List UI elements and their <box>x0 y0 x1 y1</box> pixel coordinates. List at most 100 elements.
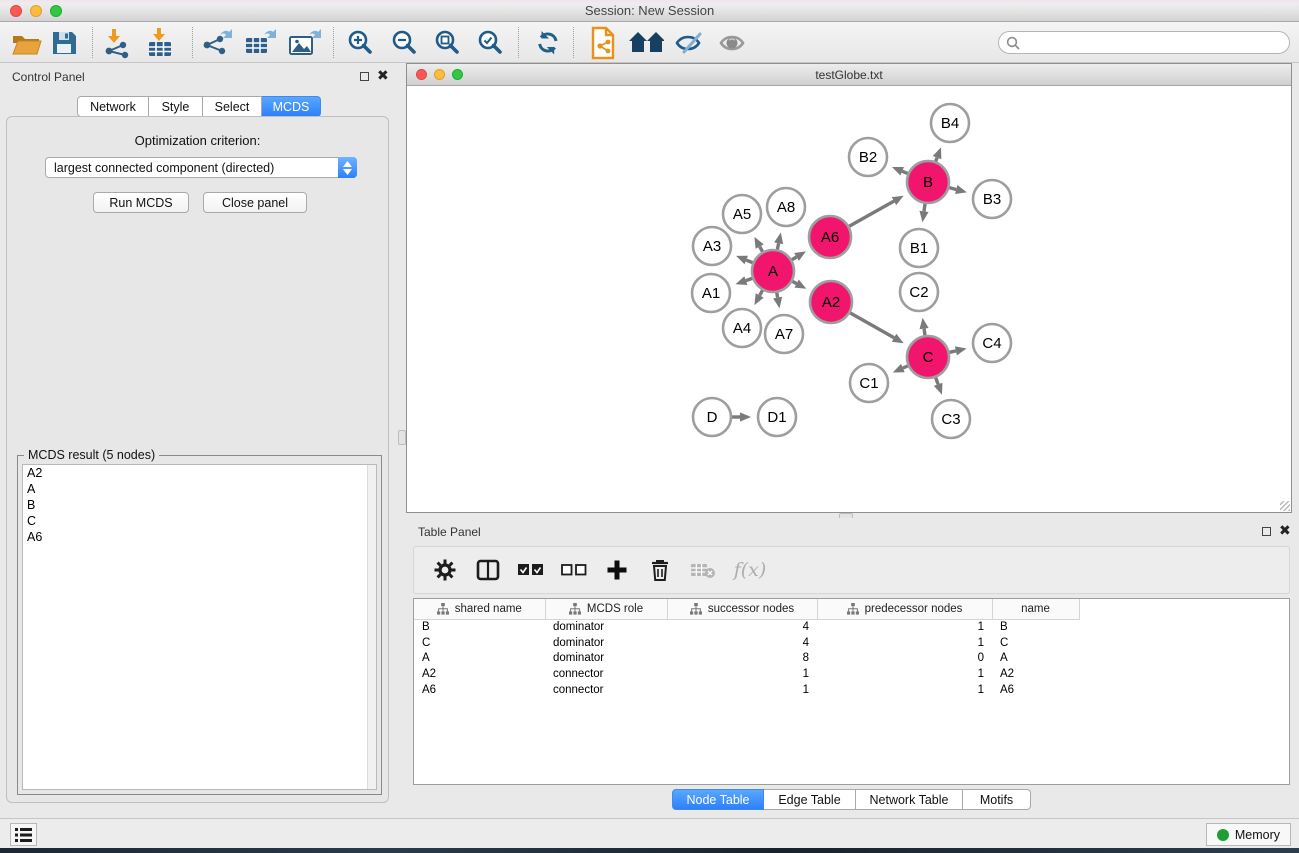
show-hide-graphics-icon[interactable] <box>672 25 708 61</box>
select-all-check-icon[interactable] <box>518 556 544 584</box>
network-window-title: testGlobe.txt <box>407 68 1291 82</box>
task-history-button[interactable] <box>10 823 37 846</box>
table-options-icon[interactable] <box>432 556 458 584</box>
main-toolbar <box>0 22 1299 63</box>
export-table-icon[interactable] <box>242 25 278 61</box>
graph-edge-A-A7[interactable] <box>777 293 778 298</box>
delete-column-icon[interactable] <box>647 556 673 584</box>
float-panel-icon[interactable] <box>360 72 369 81</box>
tab-select[interactable]: Select <box>203 96 262 117</box>
graph-edge-A-A2[interactable] <box>792 281 796 283</box>
graph-edge-C-C1[interactable] <box>903 366 908 368</box>
table-row[interactable]: A6connector11A6 <box>414 682 1079 698</box>
import-network-icon[interactable] <box>100 25 136 61</box>
zoom-selected-icon[interactable] <box>473 25 509 61</box>
tab-motifs[interactable]: Motifs <box>963 789 1031 810</box>
table-panel-tabs: Node TableEdge TableNetwork TableMotifs <box>672 789 1031 810</box>
graph-edge-A-A3[interactable] <box>746 260 752 263</box>
tab-mcds[interactable]: MCDS <box>262 96 321 117</box>
table-row[interactable]: A2connector11A2 <box>414 666 1079 682</box>
network-canvas[interactable]: AA1A2A3A4A5A6A7A8BB1B2B3B4CC1C2C3C4DD1 <box>407 86 1291 512</box>
column-browser-icon[interactable] <box>475 556 501 584</box>
export-network-icon[interactable] <box>199 25 235 61</box>
data-type-icon <box>437 603 449 615</box>
graph-edge-A-A5[interactable] <box>760 247 763 252</box>
mcds-result-item[interactable]: B <box>23 497 376 513</box>
graph-edge-B-B4[interactable] <box>936 158 937 162</box>
session-title: Session: New Session <box>0 3 1299 18</box>
table-row[interactable]: Cdominator41C <box>414 635 1079 651</box>
zoom-fit-icon[interactable] <box>430 25 466 61</box>
mcds-result-item[interactable]: C <box>23 513 376 529</box>
tab-edge-table[interactable]: Edge Table <box>764 789 856 810</box>
table-cell: connector <box>545 682 667 698</box>
network-window-titlebar[interactable]: testGlobe.txt <box>407 64 1291 86</box>
edge-arrowhead <box>933 147 942 159</box>
toolbar-separator <box>92 27 93 58</box>
search-input[interactable] <box>1024 36 1289 50</box>
node-label-C4: C4 <box>982 335 1001 352</box>
table-row[interactable]: Bdominator41B <box>414 619 1079 635</box>
export-image-icon[interactable] <box>286 25 322 61</box>
tab-network-table[interactable]: Network Table <box>856 789 963 810</box>
graph-edge-A-A1[interactable] <box>746 278 752 280</box>
graph-edge-C-C4[interactable] <box>949 351 955 352</box>
home-layout-icon[interactable] <box>628 25 664 61</box>
table-cell: C <box>414 635 545 651</box>
search-field[interactable] <box>998 31 1290 54</box>
table-cell: 1 <box>817 682 992 698</box>
memory-button[interactable]: Memory <box>1206 823 1291 846</box>
graph-edge-B-B2[interactable] <box>902 171 908 173</box>
table-cell: dominator <box>545 650 667 666</box>
close-panel-icon[interactable]: ✖ <box>377 67 389 84</box>
optimization-criterion-select[interactable]: largest connected component (directed) <box>45 157 357 178</box>
open-session-icon[interactable] <box>8 25 44 61</box>
table-cell: 4 <box>667 635 817 651</box>
mcds-result-item[interactable]: A <box>23 481 376 497</box>
refresh-icon[interactable] <box>530 25 566 61</box>
vertical-splitter-grip[interactable] <box>398 430 406 445</box>
graph-edge-A-A6[interactable] <box>792 257 797 260</box>
graph-edge-A-A4[interactable] <box>760 290 763 295</box>
mcds-result-list[interactable]: A2ABCA6 <box>22 464 377 790</box>
mcds-result-item[interactable]: A2 <box>23 465 376 481</box>
graph-edge-C-C3[interactable] <box>936 378 938 385</box>
tab-network[interactable]: Network <box>77 96 149 117</box>
graph-edge-B-B3[interactable] <box>949 188 956 190</box>
zoom-in-icon[interactable] <box>343 25 379 61</box>
close-panel-button[interactable]: Close panel <box>203 192 307 213</box>
graph-edge-A2-C[interactable] <box>850 313 894 338</box>
toolbar-separator <box>192 27 193 58</box>
node-label-B2: B2 <box>859 149 877 166</box>
import-table-icon[interactable] <box>143 25 179 61</box>
show-hide-details-icon[interactable] <box>716 25 752 61</box>
graph-edge-C-C2[interactable] <box>924 329 925 336</box>
node-label-A7: A7 <box>775 326 793 343</box>
network-from-file-icon[interactable] <box>586 25 622 61</box>
graph-edge-A6-B[interactable] <box>849 201 894 226</box>
close-table-panel-icon[interactable]: ✖ <box>1279 522 1291 539</box>
dropdown-value: largest connected component (directed) <box>46 161 338 175</box>
window-resize-grip[interactable] <box>1280 501 1290 511</box>
float-table-panel-icon[interactable] <box>1262 527 1271 536</box>
column-header-predecessor-nodes[interactable]: predecessor nodes <box>817 599 992 619</box>
table-cell: C <box>992 635 1079 651</box>
edge-arrowhead <box>934 383 943 395</box>
mcds-result-item[interactable]: A6 <box>23 529 376 545</box>
table-row[interactable]: Adominator80A <box>414 650 1079 666</box>
list-scrollbar[interactable] <box>367 465 376 789</box>
edge-arrowhead <box>740 412 751 421</box>
column-header-successor-nodes[interactable]: successor nodes <box>667 599 817 619</box>
create-column-icon[interactable] <box>604 556 630 584</box>
graph-edge-B-B1[interactable] <box>924 204 925 212</box>
column-header-MCDS-role[interactable]: MCDS role <box>545 599 667 619</box>
column-header-shared-name[interactable]: shared name <box>414 599 545 619</box>
run-mcds-button[interactable]: Run MCDS <box>93 192 189 213</box>
graph-edge-A-A8[interactable] <box>777 243 778 249</box>
deselect-all-icon[interactable] <box>561 556 587 584</box>
save-session-icon[interactable] <box>46 25 82 61</box>
column-header-name[interactable]: name <box>992 599 1079 619</box>
tab-style[interactable]: Style <box>149 96 203 117</box>
zoom-out-icon[interactable] <box>387 25 423 61</box>
tab-node-table[interactable]: Node Table <box>672 789 764 810</box>
